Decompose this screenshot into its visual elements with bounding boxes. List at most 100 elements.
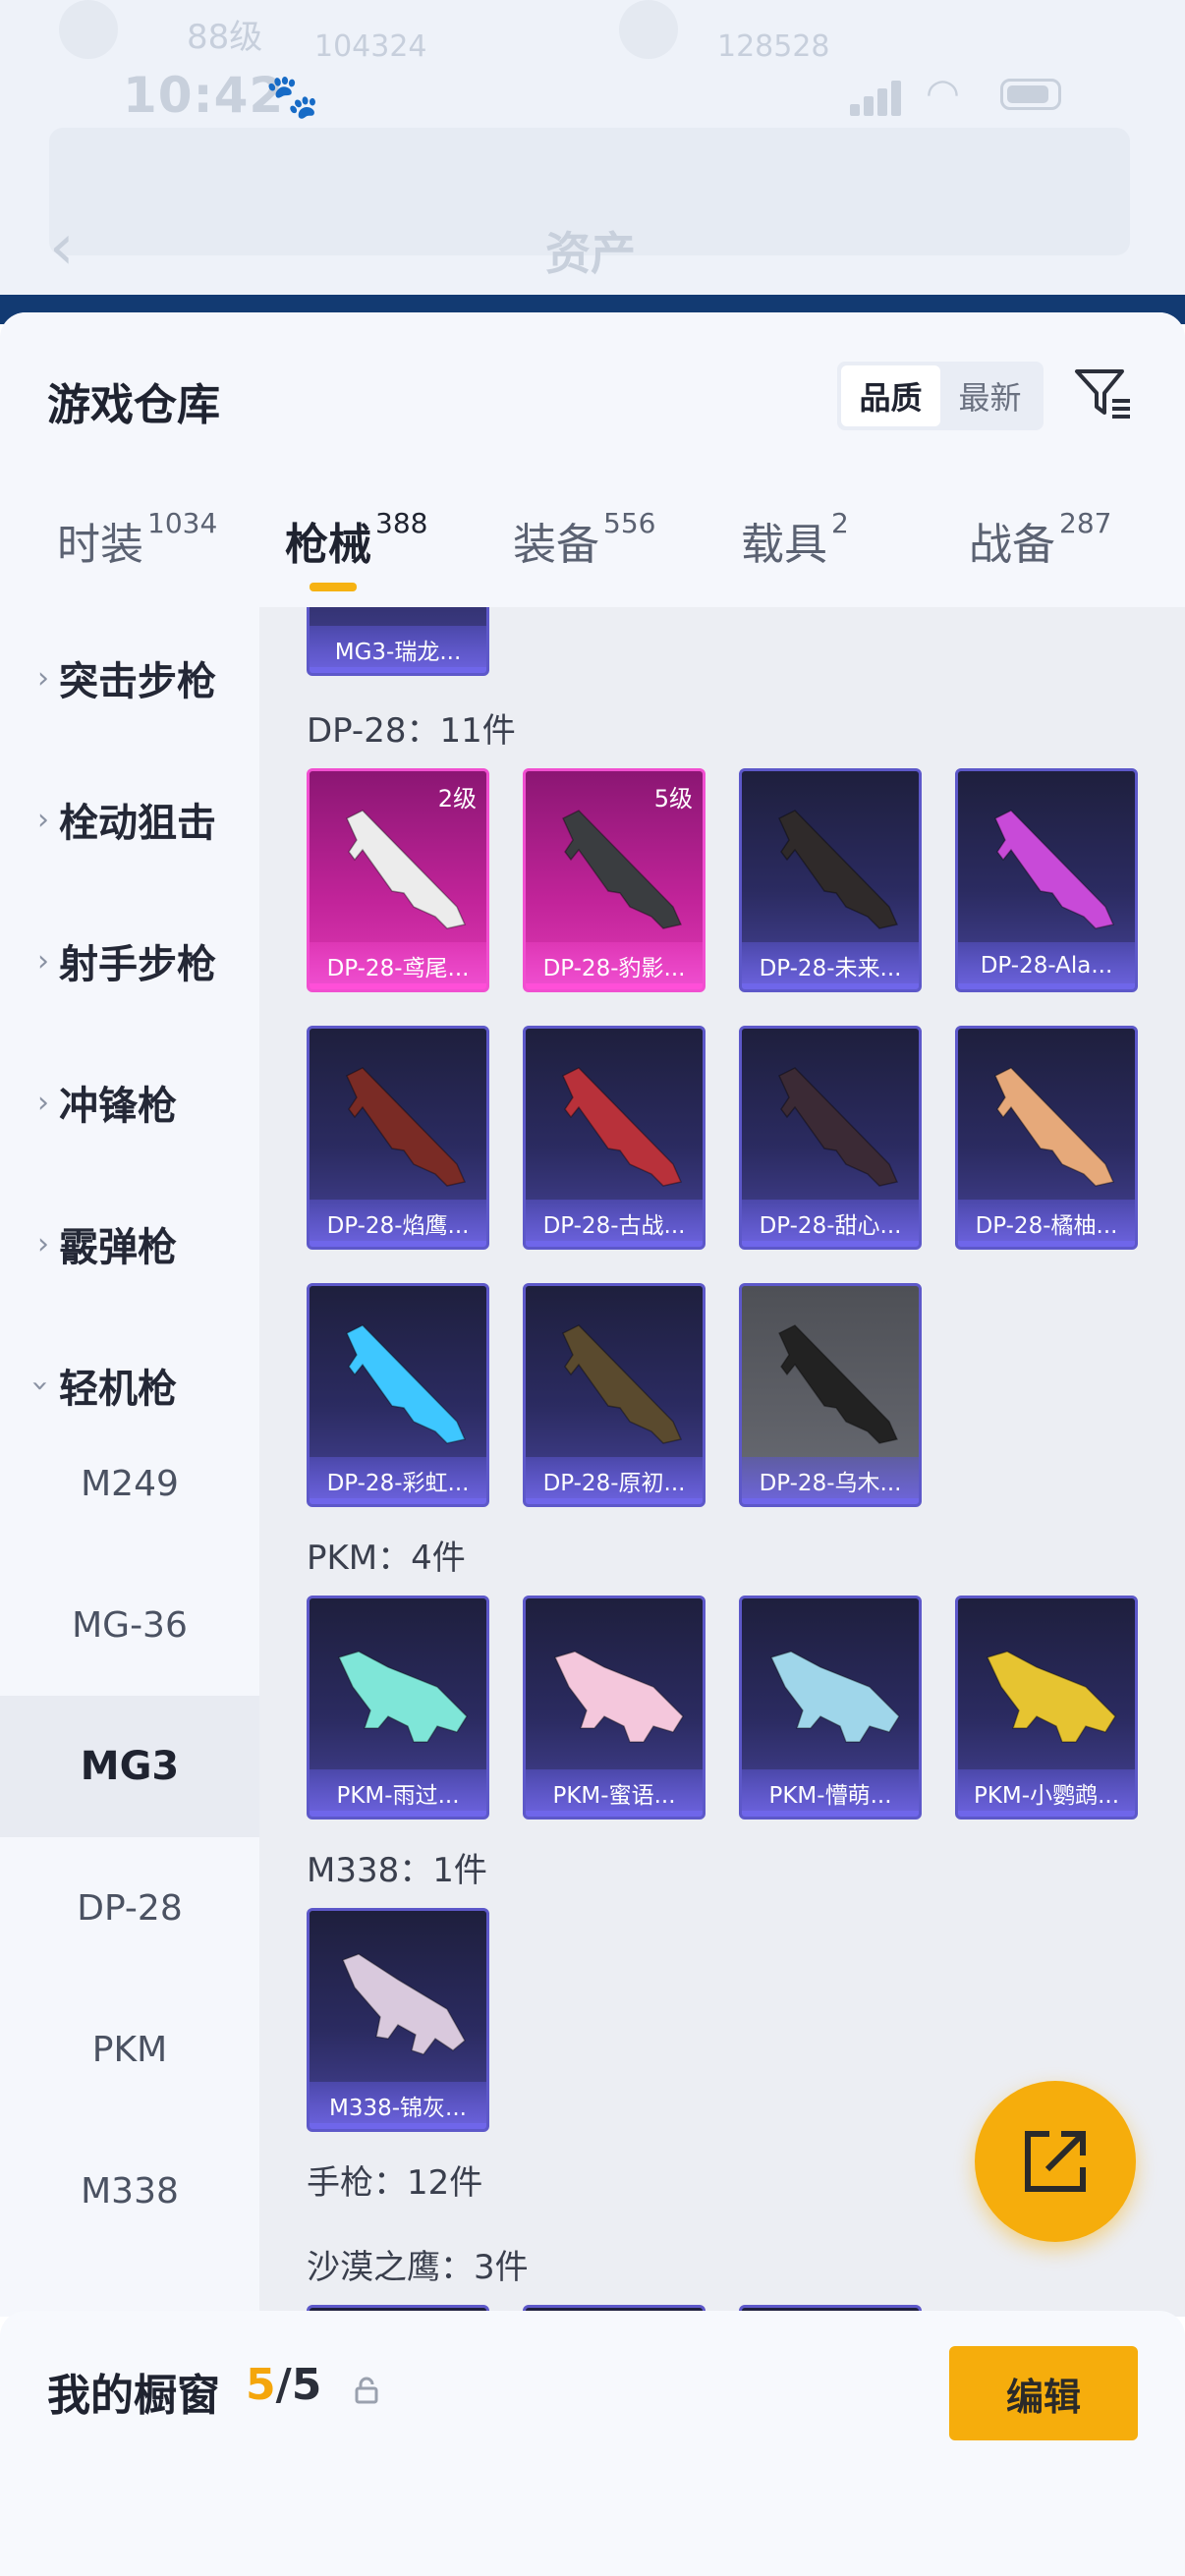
sidebar-item-marksman-rifle[interactable]: › 射手步枪 xyxy=(0,922,259,1000)
weapon-card[interactable]: 2级 DP-28-鸢尾... xyxy=(307,768,489,992)
gun-icon xyxy=(562,1324,683,1444)
card-caption: DP-28-彩虹... xyxy=(310,1457,486,1504)
sidebar-item-bolt-sniper[interactable]: › 栓动狙击 xyxy=(0,780,259,859)
sheet-header: 游戏仓库 品质 最新 时装 1034 枪械 388 装备 556 载具 2 战备… xyxy=(0,312,1185,607)
weapon-card[interactable]: DP-28-彩虹... xyxy=(307,1283,489,1507)
gun-icon xyxy=(337,1651,468,1743)
card-name: DP-28-焰鹰... xyxy=(326,1213,470,1239)
card-name: DP-28-Ala... xyxy=(980,953,1113,979)
back-icon[interactable]: ‹ xyxy=(49,211,75,284)
weapon-card[interactable]: DP-28-橘柚... xyxy=(955,1026,1138,1250)
tab-supplies[interactable]: 战备 287 xyxy=(969,507,1111,597)
flame-icon xyxy=(619,0,678,59)
tab-count: 556 xyxy=(603,507,656,539)
section-label: M338：1件 xyxy=(307,1851,487,1890)
card-caption: M338-锦灰... xyxy=(310,2082,486,2129)
weapon-card[interactable]: PKM-雨过... xyxy=(307,1596,489,1820)
sort-quality-option[interactable]: 品质 xyxy=(841,365,940,426)
tab-fashion[interactable]: 时装 1034 xyxy=(57,507,218,597)
share-button[interactable] xyxy=(975,2081,1136,2242)
weapon-card[interactable]: PKM-小鹦鹉... xyxy=(955,1596,1138,1820)
weapon-card[interactable]: MG3-瑞龙... xyxy=(307,607,489,676)
sidebar-subitem-dp28[interactable]: DP-28 xyxy=(0,1837,259,1979)
ghost-score-1: 104324 xyxy=(314,29,427,64)
weapon-card[interactable]: 5级 DP-28-豹影... xyxy=(523,768,705,992)
tab-count: 1034 xyxy=(147,507,218,539)
showcase-current: 5 xyxy=(246,2360,276,2410)
weapon-card[interactable]: DP-28-焰鹰... xyxy=(307,1026,489,1250)
card-name: DP-28-未来... xyxy=(759,956,902,981)
rarity-bar xyxy=(310,2123,486,2129)
weapon-card[interactable]: M338-锦灰... xyxy=(307,1908,489,2132)
sidebar-item-label: 轻机枪 xyxy=(59,1367,177,1412)
share-icon xyxy=(1025,2131,1086,2192)
weapon-card[interactable]: PKM-蜜语... xyxy=(523,1596,705,1820)
sidebar-item-label: 霰弹枪 xyxy=(59,1225,177,1270)
rarity-bar xyxy=(958,983,1135,989)
sort-newest-option[interactable]: 最新 xyxy=(940,365,1040,426)
gun-icon xyxy=(562,1067,683,1187)
weapon-card[interactable]: DP-28-未来... xyxy=(739,768,922,992)
card-caption: DP-28-鸢尾... xyxy=(310,942,486,989)
rarity-bar xyxy=(526,983,703,989)
tab-equipment[interactable]: 装备 556 xyxy=(513,507,656,597)
card-caption: DP-28-豹影... xyxy=(526,942,703,989)
sidebar-subitem-m338[interactable]: M338 xyxy=(0,2120,259,2262)
sidebar-subitem-pkm[interactable]: PKM xyxy=(0,1979,259,2120)
weapon-card[interactable]: DP-28-乌木... xyxy=(739,1283,922,1507)
card-caption: DP-28-乌木... xyxy=(742,1457,919,1504)
card-name: DP-28-橘柚... xyxy=(975,1213,1118,1239)
weapon-card[interactable]: DP-28-甜心... xyxy=(739,1026,922,1250)
weapon-card[interactable]: DP-28-原初... xyxy=(523,1283,705,1507)
rarity-bar xyxy=(742,1498,919,1504)
rarity-bar xyxy=(526,1811,703,1817)
tab-vehicles[interactable]: 载具 2 xyxy=(741,507,849,597)
rarity-bar xyxy=(526,1241,703,1247)
sidebar-item-label: 射手步枪 xyxy=(59,942,216,987)
rarity-bar xyxy=(310,1241,486,1247)
gun-icon xyxy=(994,810,1115,929)
card-caption: DP-28-甜心... xyxy=(742,1200,919,1247)
gun-icon xyxy=(994,1067,1115,1187)
tab-guns[interactable]: 枪械 388 xyxy=(285,507,427,597)
sidebar-item-shotgun[interactable]: › 霰弹枪 xyxy=(0,1204,259,1283)
category-tabs: 时装 1034 枪械 388 装备 556 载具 2 战备 287 xyxy=(0,507,1185,597)
card-caption: DP-28-古战... xyxy=(526,1200,703,1247)
card-name: DP-28-原初... xyxy=(542,1471,686,1496)
active-tab-indicator xyxy=(310,583,357,591)
battery-icon xyxy=(1000,79,1061,110)
ghost-level: 88级 xyxy=(187,18,263,57)
gun-icon xyxy=(778,810,899,929)
tab-label: 时装 xyxy=(57,520,143,570)
edit-button[interactable]: 编辑 xyxy=(949,2346,1138,2440)
wifi-icon: ◠ xyxy=(926,71,960,116)
weapon-card[interactable]: PKM-懵萌... xyxy=(739,1596,922,1820)
weapon-card[interactable]: DP-28-Ala... xyxy=(955,768,1138,992)
rarity-bar xyxy=(742,1241,919,1247)
tab-count: 2 xyxy=(831,507,849,539)
sidebar-subitem-m249[interactable]: M249 xyxy=(0,1413,259,1554)
section-label: DP-28：11件 xyxy=(307,711,516,751)
card-caption: MG3-瑞龙... xyxy=(310,626,486,673)
card-caption: DP-28-Ala... xyxy=(958,942,1135,989)
rarity-bar xyxy=(310,667,486,673)
weapon-card[interactable]: DP-28-古战... xyxy=(523,1026,705,1250)
background-header: 88级 104324 128528 10:42 🐾 ◠ ‹ 资产 xyxy=(0,0,1185,324)
ghost-score-2: 128528 xyxy=(717,29,830,64)
rarity-bar xyxy=(310,1811,486,1817)
card-name: DP-28-彩虹... xyxy=(326,1471,470,1496)
gun-icon xyxy=(553,1651,684,1743)
card-caption: DP-28-原初... xyxy=(526,1457,703,1504)
signal-icon xyxy=(850,77,909,116)
sidebar-item-assault-rifle[interactable]: › 突击步枪 xyxy=(0,639,259,717)
status-time: 10:42 xyxy=(123,67,285,124)
chevron-right-icon: › xyxy=(37,943,49,979)
card-name: DP-28-豹影... xyxy=(542,956,686,981)
filter-icon[interactable] xyxy=(1071,362,1136,426)
sidebar-subitem-mg3[interactable]: MG3 xyxy=(0,1696,259,1837)
sidebar-item-smg[interactable]: › 冲锋枪 xyxy=(0,1063,259,1142)
rarity-bar xyxy=(310,983,486,989)
sidebar-subitem-mg36[interactable]: MG-36 xyxy=(0,1554,259,1696)
gun-icon xyxy=(769,1651,900,1743)
rarity-bar xyxy=(742,983,919,989)
